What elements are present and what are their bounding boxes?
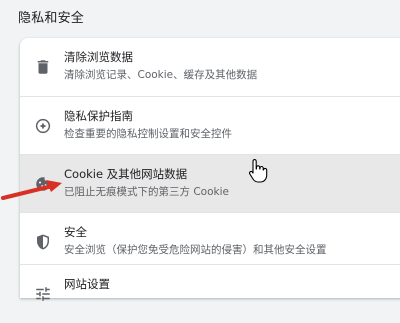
item-title: 隐私保护指南 [64, 109, 133, 123]
shield-icon [34, 233, 52, 251]
privacy-guide-item[interactable]: 隐私保护指南 检查重要的隐私控制设置和安全控件 [20, 96, 400, 155]
hand-cursor-icon [247, 158, 269, 184]
annotation-arrow [0, 175, 70, 205]
section-title: 隐私和安全 [18, 11, 85, 26]
security-item[interactable]: 安全 安全浏览（保护您免受危险网站的侵害）和其他安全设置 [20, 212, 400, 271]
compass-icon [34, 117, 52, 135]
cookies-site-data-item[interactable]: Cookie 及其他网站数据 已阻止无痕模式下的第三方 Cookie [20, 154, 400, 213]
item-title: 清除浏览数据 [64, 50, 133, 64]
item-subtitle: 检查重要的隐私控制设置和安全控件 [64, 128, 232, 140]
sliders-icon [34, 285, 52, 303]
item-title: 安全 [64, 225, 87, 239]
trash-icon [34, 58, 52, 76]
item-subtitle: 已阻止无痕模式下的第三方 Cookie [64, 186, 229, 198]
privacy-settings-card: 清除浏览数据 清除浏览记录、Cookie、缓存及其他数据 隐私保护指南 检查重要… [20, 38, 400, 301]
item-subtitle: 清除浏览记录、Cookie、缓存及其他数据 [64, 69, 258, 81]
item-subtitle: 安全浏览（保护您免受危险网站的侵害）和其他安全设置 [64, 244, 327, 256]
clear-browsing-data-item[interactable]: 清除浏览数据 清除浏览记录、Cookie、缓存及其他数据 [20, 38, 400, 96]
item-title: Cookie 及其他网站数据 [64, 167, 188, 181]
site-settings-item[interactable]: 网站设置 [20, 264, 400, 323]
item-title: 网站设置 [64, 277, 110, 291]
